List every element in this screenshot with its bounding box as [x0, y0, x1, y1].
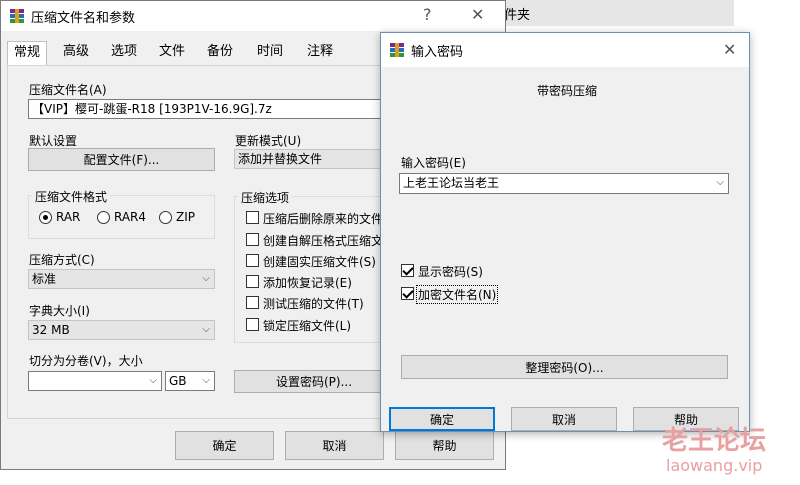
close-icon[interactable]: ✕	[723, 40, 736, 59]
main-ok-button[interactable]: 确定	[175, 431, 274, 460]
split-unit-select[interactable]: GB ⌵	[165, 371, 215, 391]
chevron-down-icon: ⌵	[202, 273, 210, 284]
option-sfx-checkbox[interactable]	[246, 233, 259, 246]
tab-options[interactable]: 选项	[105, 41, 143, 65]
default-settings-label: 默认设置	[29, 134, 78, 148]
update-mode-label: 更新模式(U)	[235, 134, 302, 148]
archive-name-input[interactable]: 【VIP】樱可-跳蛋-R18 [193P1V-16.9G].7z	[28, 99, 388, 119]
radio-rar[interactable]	[39, 211, 52, 224]
chevron-down-icon: ⌵	[716, 177, 724, 188]
format-group-title: 压缩文件格式	[32, 188, 111, 205]
main-dialog-title: 压缩文件名和参数	[31, 11, 136, 26]
update-mode-value: 添加并替换文件	[238, 152, 323, 166]
organize-passwords-button[interactable]: 整理密码(O)...	[401, 355, 728, 379]
tab-files[interactable]: 文件	[153, 41, 191, 65]
watermark-url: laowang.vip	[666, 456, 763, 475]
profile-button[interactable]: 配置文件(F)...	[28, 148, 215, 171]
tab-time[interactable]: 时间	[251, 41, 289, 65]
option-sfx-label: 创建自解压格式压缩文	[263, 234, 384, 248]
close-icon[interactable]: ✕	[471, 5, 484, 24]
encrypt-names-label: 加密文件名(N)	[416, 285, 499, 304]
password-input[interactable]: 上老王论坛当老王 ⌵	[399, 173, 729, 194]
option-delete-label: 压缩后删除原来的文件	[263, 212, 384, 226]
option-test-label: 测试压缩的文件(T)	[263, 297, 364, 311]
tab-comment[interactable]: 注释	[301, 41, 339, 65]
options-group-title: 压缩选项	[238, 189, 293, 206]
password-dialog: 输入密码 ✕ 带密码压缩 输入密码(E) 上老王论坛当老王 ⌵ 显示密码(S) …	[380, 32, 750, 432]
password-titlebar: 输入密码 ✕	[381, 33, 749, 67]
password-dialog-title: 输入密码	[411, 45, 464, 60]
option-test-checkbox[interactable]	[246, 296, 259, 309]
password-cancel-button[interactable]: 取消	[511, 407, 617, 431]
chevron-down-icon: ⌵	[202, 324, 210, 335]
show-password-label: 显示密码(S)	[418, 265, 483, 279]
split-size-input[interactable]: ⌵	[28, 371, 162, 391]
watermark-title: 老王论坛	[662, 426, 767, 456]
winrar-app-icon	[10, 9, 24, 23]
background-window-titlebar: 件夹	[500, 0, 734, 26]
option-lock-label: 锁定压缩文件(L)	[263, 319, 352, 333]
password-subtitle: 带密码压缩	[537, 84, 598, 98]
main-titlebar: 压缩文件名和参数 ? ✕	[1, 1, 505, 31]
option-recovery-label: 添加恢复记录(E)	[263, 276, 352, 290]
method-select[interactable]: 标准 ⌵	[28, 269, 215, 289]
option-lock-checkbox[interactable]	[246, 318, 259, 331]
dict-select[interactable]: 32 MB ⌵	[28, 320, 215, 340]
main-cancel-button[interactable]: 取消	[285, 431, 384, 460]
update-mode-select[interactable]: 添加并替换文件	[234, 149, 384, 169]
help-icon[interactable]: ?	[423, 5, 432, 24]
method-label: 压缩方式(C)	[29, 253, 95, 267]
winrar-app-icon	[390, 43, 404, 57]
chevron-down-icon: ⌵	[149, 375, 157, 386]
tab-advanced[interactable]: 高级	[57, 41, 95, 65]
option-solid-label: 创建固实压缩文件(S)	[263, 255, 376, 269]
dict-label: 字典大小(I)	[29, 304, 90, 318]
password-ok-button[interactable]: 确定	[389, 407, 495, 431]
background-window-title: 件夹	[504, 8, 531, 23]
set-password-button[interactable]: 设置密码(P)...	[234, 370, 394, 393]
tab-backup[interactable]: 备份	[201, 41, 239, 65]
option-recovery-checkbox[interactable]	[246, 275, 259, 288]
option-solid-checkbox[interactable]	[246, 254, 259, 267]
enter-password-label: 输入密码(E)	[401, 156, 466, 170]
dict-value: 32 MB	[32, 323, 70, 337]
tab-general[interactable]: 常规	[7, 41, 48, 66]
chevron-down-icon: ⌵	[202, 375, 210, 386]
radio-rar4[interactable]	[97, 211, 110, 224]
radio-zip[interactable]	[159, 211, 172, 224]
main-help-button[interactable]: 帮助	[395, 431, 494, 460]
split-label: 切分为分卷(V)，大小	[29, 354, 143, 368]
method-value: 标准	[32, 272, 57, 286]
password-value: 上老王论坛当老王	[403, 176, 500, 190]
radio-zip-label: ZIP	[176, 210, 195, 224]
radio-rar-label: RAR	[56, 210, 81, 224]
radio-rar4-label: RAR4	[114, 210, 147, 224]
encrypt-names-checkbox[interactable]	[401, 287, 414, 300]
archive-name-label: 压缩文件名(A)	[29, 83, 107, 97]
split-unit-value: GB	[169, 374, 187, 388]
show-password-checkbox[interactable]	[401, 264, 414, 277]
option-delete-checkbox[interactable]	[246, 211, 259, 224]
